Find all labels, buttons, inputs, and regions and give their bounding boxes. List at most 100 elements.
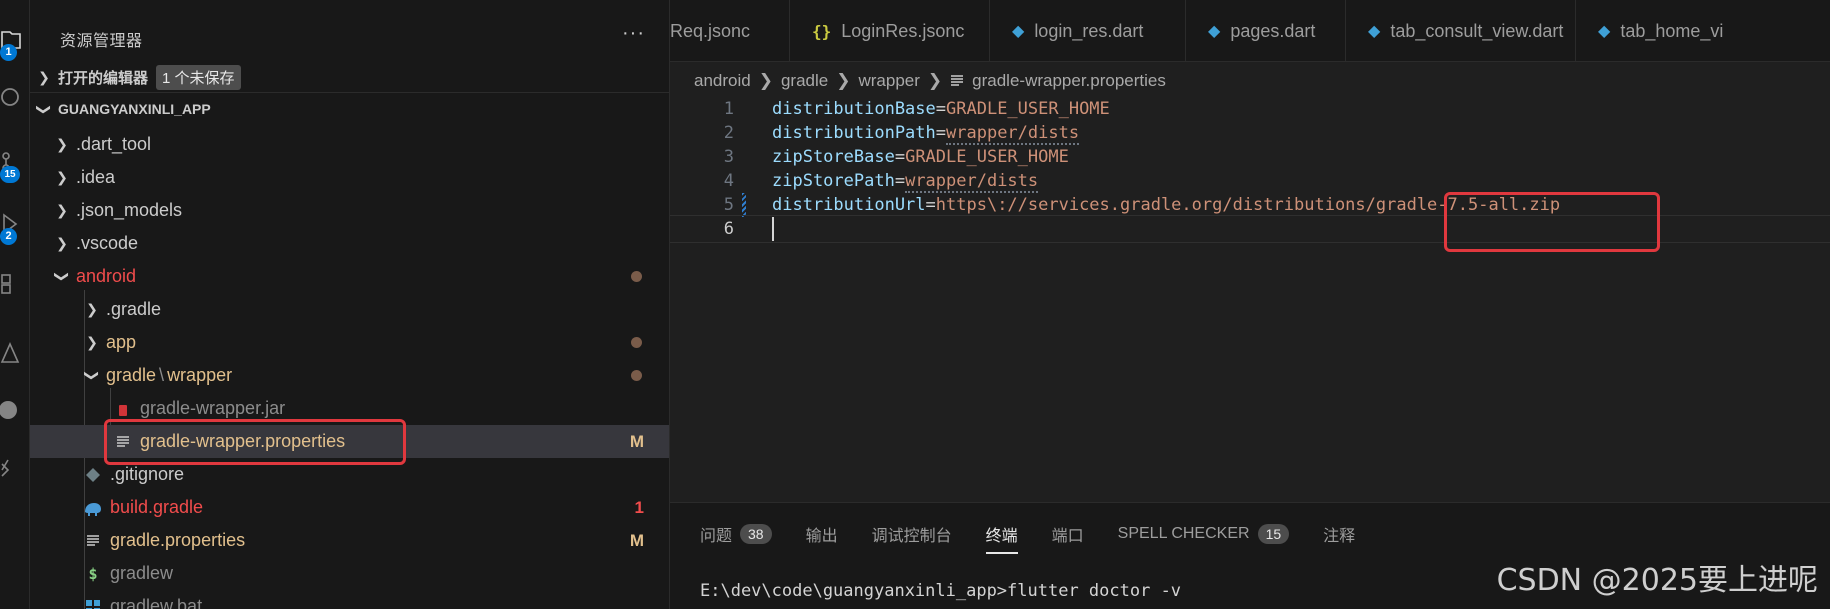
chevron-right-icon: ❯	[86, 301, 98, 317]
chevron-right-icon: ❯	[927, 71, 943, 90]
tree-item-label: gradle-wrapper.jar	[140, 398, 286, 418]
tab-label: tab_consult_view.dart	[1390, 20, 1564, 41]
tree-item-label: gradle	[106, 365, 157, 385]
tab-tab-home-view[interactable]: ◆ tab_home_vi	[1576, 0, 1830, 61]
git-status-badge: M	[629, 530, 644, 550]
tab-label: LoginRes.jsonc	[841, 20, 965, 41]
editor-tab-bar: Req.jsonc {} LoginRes.jsonc ◆ login_res.…	[670, 0, 1830, 62]
line-number: 4	[723, 171, 734, 191]
tab-terminal[interactable]: 终端	[985, 522, 1018, 554]
breadcrumb-item[interactable]: wrapper	[858, 71, 919, 91]
tree-item-label: .gitignore	[110, 464, 185, 484]
breadcrumb: android ❯ gradle ❯ wrapper ❯ gradle-wrap…	[694, 68, 1166, 94]
chevron-right-icon: ❯	[38, 68, 50, 85]
problems-count-badge: 38	[740, 524, 772, 544]
tree-item-gradlew-bat[interactable]: gradlew.bat	[30, 590, 669, 609]
panel-tabs: 问题 38 输出 调试控制台 终端 端口 SPELL CHECKER 15 注释	[700, 519, 1389, 554]
open-editors-section[interactable]: ❯ 打开的编辑器 1 个未保存	[30, 62, 669, 92]
chevron-down-icon: ❯	[54, 270, 71, 283]
tree-item-dart-tool[interactable]: ❯ .dart_tool	[30, 128, 669, 161]
breadcrumb-item[interactable]: gradle-wrapper.properties	[972, 71, 1166, 91]
line-number: 1	[723, 99, 734, 119]
breadcrumb-item[interactable]: android	[694, 71, 751, 91]
properties-file-icon	[951, 75, 964, 86]
tab-label: tab_home_vi	[1620, 20, 1724, 41]
line-number: 5	[723, 195, 734, 215]
windows-file-icon	[82, 596, 104, 609]
terminal-output[interactable]: E:\dev\code\guangyanxinli_app>flutter do…	[700, 581, 1181, 601]
tree-item-vscode[interactable]: ❯ .vscode	[30, 227, 669, 260]
project-label: GUANGYANXINLI_APP	[58, 101, 211, 117]
property-value: wrapper/dists	[905, 171, 1039, 193]
tree-item-label: android	[76, 266, 137, 286]
tree-item-gradle-properties[interactable]: gradle.properties M	[30, 524, 669, 557]
tab-label: 终端	[985, 528, 1018, 545]
tab-label: Req.jsonc	[670, 20, 751, 41]
chevron-right-icon: ❯	[86, 334, 98, 350]
tree-item-label: .gradle	[106, 299, 162, 319]
tab-spell-checker[interactable]: SPELL CHECKER 15	[1117, 524, 1290, 544]
tab-label: 输出	[805, 528, 838, 545]
modified-dot	[631, 271, 642, 282]
open-editors-label: 打开的编辑器	[58, 69, 149, 87]
git-status-badge: M	[629, 431, 644, 451]
tree-item-build-gradle[interactable]: build.gradle 1	[30, 491, 669, 524]
modified-line-gutter	[742, 193, 746, 217]
tab-problems[interactable]: 问题 38	[700, 522, 772, 546]
activity-bar: 1 15 2	[0, 0, 30, 609]
tree-item-json-models[interactable]: ❯ .json_models	[30, 194, 669, 227]
code-editor[interactable]: 1 distributionBase=GRADLE_USER_HOME 2 di…	[670, 95, 1830, 495]
tab-login-res-dart[interactable]: ◆ login_res.dart	[990, 0, 1186, 61]
sidebar-title: 资源管理器	[60, 33, 143, 50]
tree-item-gradlew[interactable]: $ gradlew	[30, 557, 669, 590]
tree-item-android[interactable]: ❯ android	[30, 260, 669, 293]
text-cursor	[772, 217, 774, 241]
section-divider	[30, 92, 669, 93]
annotation-highlight-box	[1444, 192, 1660, 252]
tree-item-gradle-wrapper[interactable]: ❯ gradle \ wrapper	[30, 359, 669, 392]
line-number: 6	[723, 219, 734, 239]
chevron-right-icon: ❯	[836, 71, 851, 90]
tree-item-app[interactable]: ❯ app	[30, 326, 669, 359]
tree-item-label: app	[106, 332, 137, 352]
tree-item-label: gradle.properties	[110, 530, 246, 550]
chevron-right-icon: ❯	[56, 235, 68, 251]
tab-output[interactable]: 输出	[806, 522, 838, 546]
chevron-right-icon: ❯	[56, 136, 68, 152]
tab-debug-console[interactable]: 调试控制台	[872, 522, 952, 546]
tab-label: SPELL CHECKER	[1117, 525, 1250, 542]
tab-loginres-jsonc[interactable]: {} LoginRes.jsonc	[790, 0, 990, 61]
dart-icon: ◆	[1208, 23, 1221, 40]
chevron-right-icon: ❯	[56, 169, 68, 185]
spell-checker-count-badge: 15	[1257, 524, 1290, 544]
chevron-right-icon: ❯	[758, 71, 773, 90]
tab-label: login_res.dart	[1034, 20, 1144, 41]
tree-item-gradle-dir[interactable]: ❯ .gradle	[30, 293, 669, 326]
tab-tab-consult-view-dart[interactable]: ◆ tab_consult_view.dart	[1346, 0, 1576, 61]
code-text: zipStorePath=wrapper/dists	[772, 171, 1039, 193]
dart-icon: ◆	[1598, 23, 1611, 40]
dart-icon: ◆	[1012, 23, 1025, 40]
explorer-sidebar: 资源管理器 ··· ❯ 打开的编辑器 1 个未保存 ❯ GUANGYANXINL…	[30, 0, 670, 609]
search-icon[interactable]	[0, 86, 24, 110]
flutter-icon[interactable]	[0, 458, 24, 482]
property-value: GRADLE_USER_HOME	[905, 147, 1069, 167]
tab-comments[interactable]: 注释	[1323, 522, 1355, 546]
project-section[interactable]: ❯ GUANGYANXINLI_APP	[30, 94, 669, 124]
line-number: 3	[723, 147, 734, 167]
extensions-icon[interactable]	[0, 272, 24, 296]
tree-item-label: .dart_tool	[76, 134, 152, 154]
account-icon[interactable]	[0, 398, 24, 422]
property-key: distributionBase	[772, 99, 936, 119]
tree-item-idea[interactable]: ❯ .idea	[30, 161, 669, 194]
code-text: distributionUrl=https\://services.gradle…	[772, 195, 1561, 215]
breadcrumb-item[interactable]: gradle	[781, 71, 828, 91]
more-actions-icon[interactable]: ···	[622, 22, 645, 45]
tab-label: pages.dart	[1230, 20, 1316, 41]
tab-ports[interactable]: 端口	[1052, 522, 1084, 546]
flask-icon[interactable]	[0, 340, 24, 364]
git-file-icon	[82, 464, 104, 486]
tab-pages-dart[interactable]: ◆ pages.dart	[1186, 0, 1346, 61]
tab-req-jsonc[interactable]: Req.jsonc	[670, 0, 790, 61]
tree-item-label: gradlew	[110, 563, 174, 583]
